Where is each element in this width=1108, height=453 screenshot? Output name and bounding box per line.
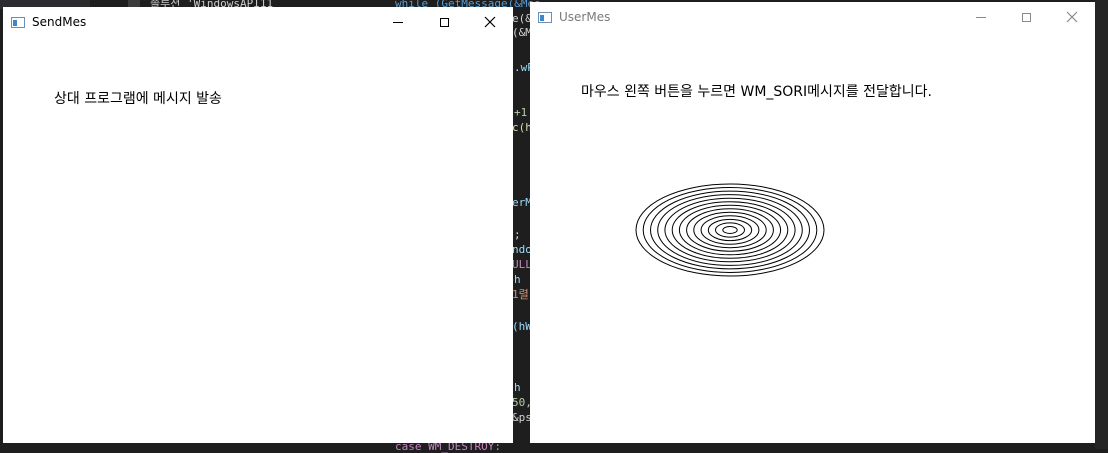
sendmes-window[interactable]: SendMes 상대 프로그램에 메시지 발송 <box>3 7 513 443</box>
minimize-icon <box>393 21 403 23</box>
close-button[interactable] <box>467 7 513 37</box>
ellipse-ring <box>671 201 789 259</box>
usermes-titlebar[interactable]: UserMes <box>530 2 1095 32</box>
app-window-icon <box>538 11 552 23</box>
ide-snippet: +1 <box>514 106 528 119</box>
sendmes-title: SendMes <box>32 15 87 29</box>
maximize-button[interactable] <box>1003 2 1049 32</box>
maximize-icon <box>1021 12 1031 22</box>
ide-snippet: c(h <box>512 121 532 134</box>
ellipse-ring <box>722 226 738 234</box>
maximize-button[interactable] <box>421 7 467 37</box>
app-window-icon <box>11 16 25 28</box>
ide-snippet: e(& <box>512 12 532 25</box>
minimize-button[interactable] <box>375 7 421 37</box>
minimize-button[interactable] <box>958 2 1004 32</box>
ide-snippet: h <box>514 273 521 286</box>
ide-snippet: ULL <box>512 258 532 271</box>
ellipse-ring <box>650 190 810 270</box>
ide-snippet: (hW <box>512 320 532 333</box>
ide-snippet: ; <box>514 228 521 241</box>
ellipse-ring <box>642 187 818 273</box>
ellipse-ring <box>693 211 767 249</box>
close-button[interactable] <box>1049 2 1095 32</box>
concentric-ellipses <box>635 183 825 277</box>
sendmes-message: 상대 프로그램에 메시지 발송 <box>54 91 222 107</box>
usermes-title: UserMes <box>559 10 611 24</box>
ide-snippet: h <box>514 381 521 394</box>
usermes-window[interactable]: UserMes 마우스 왼쪽 버튼을 누르면 WM_SORI메시지를 전달합니다… <box>530 2 1095 443</box>
ide-snippet: &ps <box>512 411 532 424</box>
close-icon <box>484 16 496 28</box>
ellipse-ring <box>686 208 774 252</box>
maximize-icon <box>439 17 449 27</box>
ide-snippet: 1렬 <box>512 288 529 301</box>
sendmes-titlebar[interactable]: SendMes <box>3 7 513 37</box>
ellipse-ring <box>715 222 745 238</box>
usermes-message: 마우스 왼쪽 버튼을 누르면 WM_SORI메시지를 전달합니다. <box>581 84 932 100</box>
ellipse-ring <box>700 215 760 245</box>
ide-snippet: 50, <box>512 396 532 409</box>
ide-snippet: erM <box>512 196 532 209</box>
minimize-icon <box>976 16 986 18</box>
ellipse-ring <box>664 197 796 263</box>
ide-right-panel <box>1095 0 1108 449</box>
close-icon <box>1066 11 1078 23</box>
ide-snippet: (&M <box>512 26 532 39</box>
ide-snippet: ndo <box>512 243 532 256</box>
